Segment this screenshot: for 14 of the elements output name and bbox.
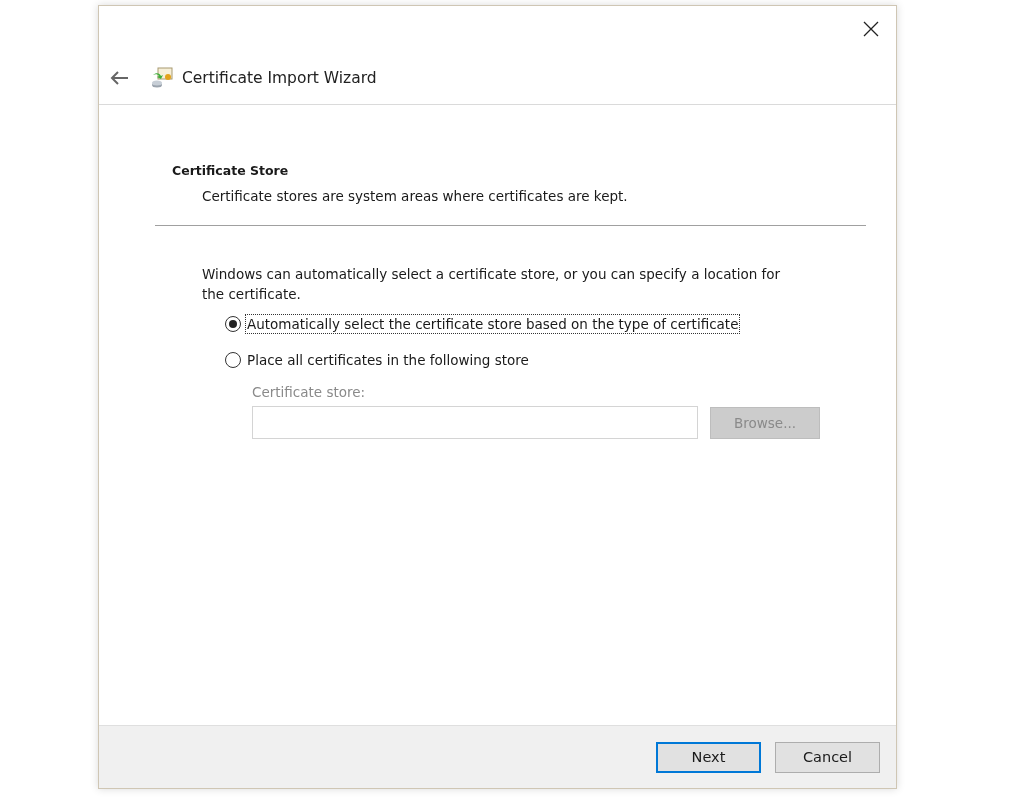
section-heading: Certificate Store	[172, 163, 290, 178]
option-label[interactable]: Automatically select the certificate store based on the type of certificate	[245, 314, 741, 334]
radio-button[interactable]	[225, 316, 241, 332]
option-label[interactable]: Place all certificates in the following store	[245, 350, 531, 370]
store-label: Certificate store:	[252, 384, 367, 400]
window-title: Certificate Import Wizard	[182, 69, 377, 87]
instruction-text: Windows can automatically select a certificate store, or you can specify a location for the certificate.	[202, 265, 782, 304]
radio-button[interactable]	[225, 352, 241, 368]
close-icon	[863, 21, 879, 37]
dialog-button[interactable]: Next	[656, 741, 761, 773]
dialog-button[interactable]: Cancel	[775, 741, 880, 773]
back-arrow-icon	[109, 70, 129, 86]
certificate-icon	[150, 66, 174, 90]
section-description: Certificate stores are system areas where certificates are kept.	[202, 188, 629, 204]
